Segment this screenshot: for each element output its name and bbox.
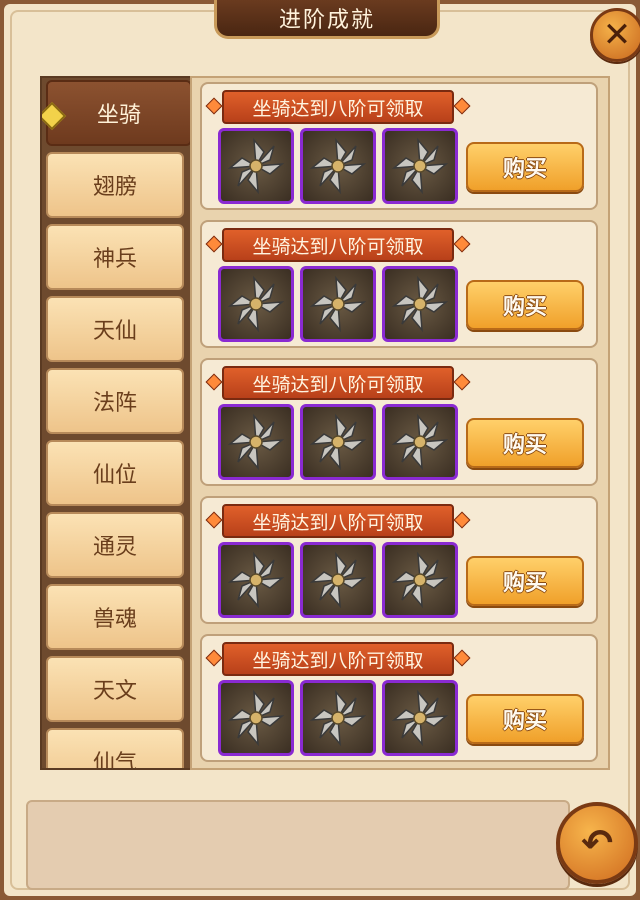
close-icon: ✕: [602, 15, 632, 55]
shuriken-icon: [227, 137, 285, 195]
tab-label: 通灵: [92, 535, 137, 560]
reward-item-slot[interactable]: [218, 404, 294, 480]
reward-item-slot[interactable]: [218, 542, 294, 618]
reward-item-slot[interactable]: [382, 404, 458, 480]
reward-item-slot[interactable]: [300, 404, 376, 480]
buy-label: 购买: [502, 433, 547, 458]
achievement-card: 坐骑达到八阶可领取 购买: [200, 496, 598, 624]
tab-astronomy[interactable]: 天文: [46, 656, 184, 722]
shuriken-icon: [227, 689, 285, 747]
window-title-bar: 进阶成就: [214, 0, 440, 39]
tab-immortal-qi[interactable]: 仙气: [46, 728, 184, 770]
buy-button[interactable]: 购买: [466, 556, 584, 606]
requirement-text: 坐骑达到八阶可领取: [252, 511, 424, 534]
tab-spirit-link[interactable]: 通灵: [46, 512, 184, 578]
back-arrow-icon: ↶: [581, 821, 613, 865]
tab-label: 天仙: [92, 319, 137, 344]
shuriken-icon: [227, 275, 285, 333]
reward-item-slot[interactable]: [218, 266, 294, 342]
reward-item-slot[interactable]: [300, 266, 376, 342]
buy-label: 购买: [502, 295, 547, 320]
achievement-card: 坐骑达到八阶可领取 购买: [200, 220, 598, 348]
achievement-card: 坐骑达到八阶可领取 购买: [200, 634, 598, 762]
achievement-window: 进阶成就 ✕ 坐骑 翅膀 神兵 天仙 法阵 仙位 通灵 兽魂 天文 仙气 坐骑达…: [0, 0, 640, 900]
buy-button[interactable]: 购买: [466, 280, 584, 330]
tab-divine-weapon[interactable]: 神兵: [46, 224, 184, 290]
requirement-banner: 坐骑达到八阶可领取: [205, 504, 471, 538]
buy-label: 购买: [502, 157, 547, 182]
reward-item-slot[interactable]: [382, 128, 458, 204]
back-button[interactable]: ↶: [556, 802, 638, 884]
tab-label: 法阵: [92, 391, 137, 416]
reward-item-slot[interactable]: [218, 680, 294, 756]
requirement-banner: 坐骑达到八阶可领取: [205, 90, 471, 124]
shuriken-icon: [309, 275, 367, 333]
requirement-banner: 坐骑达到八阶可领取: [205, 366, 471, 400]
tab-label: 坐骑: [96, 103, 141, 128]
requirement-text: 坐骑达到八阶可领取: [252, 97, 424, 120]
shuriken-icon: [227, 413, 285, 471]
shuriken-icon: [309, 551, 367, 609]
tab-immortal-rank[interactable]: 仙位: [46, 440, 184, 506]
buy-button[interactable]: 购买: [466, 142, 584, 192]
buy-button[interactable]: 购买: [466, 418, 584, 468]
reward-item-slot[interactable]: [382, 542, 458, 618]
shuriken-icon: [391, 413, 449, 471]
buy-label: 购买: [502, 709, 547, 734]
close-button[interactable]: ✕: [590, 8, 640, 62]
shuriken-icon: [391, 689, 449, 747]
reward-item-slot[interactable]: [382, 266, 458, 342]
reward-item-slot[interactable]: [300, 542, 376, 618]
shuriken-icon: [391, 137, 449, 195]
shuriken-icon: [391, 275, 449, 333]
tab-label: 兽魂: [92, 607, 137, 632]
buy-label: 购买: [502, 571, 547, 596]
tab-mount[interactable]: 坐骑: [42, 80, 192, 146]
tab-label: 神兵: [92, 247, 137, 272]
achievement-card: 坐骑达到八阶可领取 购买: [200, 358, 598, 486]
tab-label: 翅膀: [92, 175, 137, 200]
tab-label: 仙气: [92, 751, 137, 770]
reward-item-slot[interactable]: [300, 128, 376, 204]
category-sidebar: 坐骑 翅膀 神兵 天仙 法阵 仙位 通灵 兽魂 天文 仙气: [40, 76, 194, 770]
shuriken-icon: [309, 137, 367, 195]
tab-wings[interactable]: 翅膀: [46, 152, 184, 218]
requirement-banner: 坐骑达到八阶可领取: [205, 228, 471, 262]
info-panel: [26, 800, 570, 890]
shuriken-icon: [391, 551, 449, 609]
achievement-list: 坐骑达到八阶可领取 购买 坐骑达到八阶可领取 购买 坐骑达到八阶可领取 购买 坐…: [190, 76, 610, 770]
tab-label: 仙位: [92, 463, 137, 488]
shuriken-icon: [227, 551, 285, 609]
reward-item-slot[interactable]: [300, 680, 376, 756]
selected-gem-icon: [42, 101, 67, 131]
requirement-text: 坐骑达到八阶可领取: [252, 235, 424, 258]
tab-beast-soul[interactable]: 兽魂: [46, 584, 184, 650]
shuriken-icon: [309, 413, 367, 471]
requirement-banner: 坐骑达到八阶可领取: [205, 642, 471, 676]
reward-item-slot[interactable]: [382, 680, 458, 756]
window-title: 进阶成就: [278, 8, 375, 33]
achievement-card: 坐骑达到八阶可领取 购买: [200, 82, 598, 210]
tab-formation[interactable]: 法阵: [46, 368, 184, 434]
reward-item-slot[interactable]: [218, 128, 294, 204]
buy-button[interactable]: 购买: [466, 694, 584, 744]
requirement-text: 坐骑达到八阶可领取: [252, 373, 424, 396]
tab-celestial[interactable]: 天仙: [46, 296, 184, 362]
tab-label: 天文: [92, 679, 137, 704]
shuriken-icon: [309, 689, 367, 747]
requirement-text: 坐骑达到八阶可领取: [252, 649, 424, 672]
